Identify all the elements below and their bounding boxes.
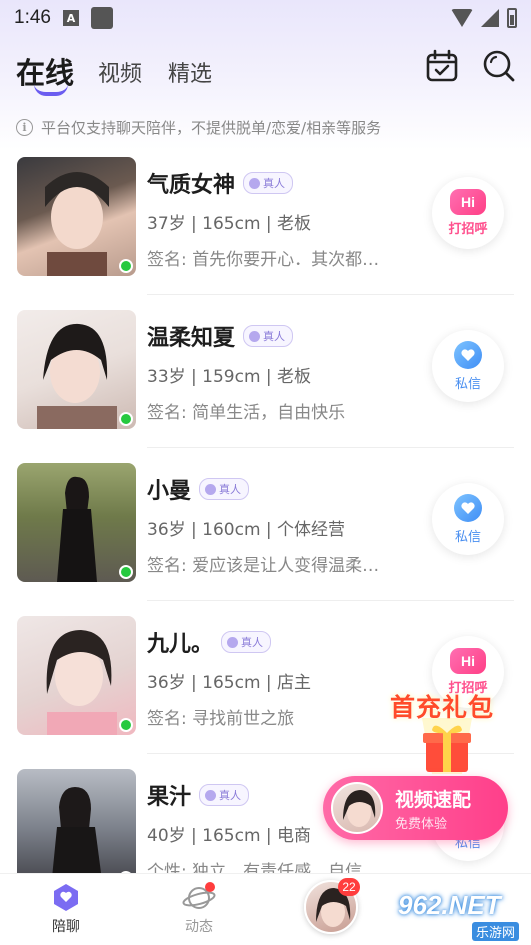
verified-badge: 真人 <box>199 784 250 806</box>
chat-heart-icon <box>454 493 482 522</box>
planet-icon <box>182 882 216 909</box>
status-bar: 1:46 A <box>0 0 531 36</box>
verified-badge: 真人 <box>199 478 250 500</box>
verified-badge: 真人 <box>243 325 294 347</box>
user-name: 九儿。 <box>147 632 214 657</box>
divider <box>147 447 514 448</box>
tab-featured[interactable]: 精选 <box>168 56 212 88</box>
badge-label: 真人 <box>241 636 264 649</box>
notification-square-icon <box>90 7 113 29</box>
avatar-photo <box>51 787 103 888</box>
avatar-photo <box>45 172 109 276</box>
site-watermark: 962.NET <box>398 890 501 920</box>
notice-text: 平台仅支持聊天陪伴，不提供脱单/恋爱/相亲等服务 <box>41 119 382 137</box>
avatar-photo <box>46 630 117 735</box>
verified-badge: 真人 <box>221 631 272 653</box>
calendar-check-icon[interactable] <box>424 48 460 84</box>
badge-label: 真人 <box>263 177 286 190</box>
online-indicator <box>119 718 133 732</box>
name-line: 九儿。 真人 <box>147 626 272 658</box>
message-label: 私信 <box>454 376 481 392</box>
divider <box>147 294 514 295</box>
greet-button[interactable]: Hi 打招呼 <box>432 177 504 249</box>
user-meta: 37岁 | 165cm | 老板 <box>147 214 312 234</box>
online-indicator <box>119 259 133 273</box>
online-indicator <box>119 412 133 426</box>
status-time: 1:46 <box>14 7 51 28</box>
nav-label: 动态 <box>185 919 213 935</box>
nav-item-moments[interactable]: 动态 <box>159 882 239 936</box>
verified-icon <box>205 483 217 495</box>
avatar[interactable] <box>17 463 136 582</box>
user-meta: 36岁 | 160cm | 个体经营 <box>147 520 346 540</box>
tab-active-indicator <box>34 84 68 96</box>
nav-item-chat[interactable]: 陪聊 <box>26 882 106 936</box>
name-line: 果汁 真人 <box>147 779 250 811</box>
user-meta: 40岁 | 165cm | 电商 <box>147 826 312 846</box>
avatar[interactable] <box>17 769 136 888</box>
online-indicator <box>119 565 133 579</box>
user-signature: 签名: 爱应该是让人变得温柔… <box>147 556 380 576</box>
top-tabs: 在线 视频 精选 <box>0 44 531 104</box>
name-line: 气质女神 真人 <box>147 167 294 199</box>
tab-video[interactable]: 视频 <box>98 56 142 88</box>
verified-badge: 真人 <box>243 172 294 194</box>
hi-icon: Hi <box>450 648 486 674</box>
list-item[interactable]: 温柔知夏 真人 33岁 | 159cm | 老板 签名: 简单生活，自由快乐 私… <box>0 310 531 463</box>
message-button[interactable]: 私信 <box>432 330 504 402</box>
verified-icon <box>227 636 239 648</box>
unread-count-badge: 22 <box>338 878 360 896</box>
service-notice: i 平台仅支持聊天陪伴，不提供脱单/恋爱/相亲等服务 <box>16 117 381 138</box>
user-name: 小曼 <box>147 479 192 504</box>
user-name: 温柔知夏 <box>147 326 236 351</box>
avatar[interactable] <box>17 616 136 735</box>
verified-icon <box>249 330 261 342</box>
hi-icon: Hi <box>450 189 486 215</box>
site-watermark-sub: 乐游网 <box>472 922 520 941</box>
list-item[interactable]: 气质女神 真人 37岁 | 165cm | 老板 签名: 首先你要开心．其次都…… <box>0 157 531 310</box>
badge-label: 真人 <box>263 330 286 343</box>
user-name: 气质女神 <box>147 173 236 198</box>
verified-icon <box>249 177 261 189</box>
message-button[interactable]: 私信 <box>432 483 504 555</box>
badge-label: 真人 <box>219 789 242 802</box>
info-icon: i <box>16 119 33 136</box>
nav-label: 陪聊 <box>52 919 80 935</box>
avatar-photo <box>37 323 117 429</box>
keyboard-a-icon: A <box>62 10 79 26</box>
user-meta: 36岁 | 165cm | 店主 <box>147 673 312 693</box>
match-avatar <box>331 782 383 834</box>
greet-label: 打招呼 <box>448 222 488 237</box>
video-match-title: 视频速配 <box>395 789 472 811</box>
name-line: 温柔知夏 真人 <box>147 320 294 352</box>
divider <box>147 600 514 601</box>
verified-icon <box>205 789 217 801</box>
user-signature: 签名: 首先你要开心．其次都… <box>147 250 380 270</box>
user-name: 果汁 <box>147 785 192 810</box>
gift-box-icon[interactable] <box>418 718 476 774</box>
avatar[interactable] <box>17 157 136 276</box>
badge-label: 真人 <box>219 483 242 496</box>
name-line: 小曼 真人 <box>147 473 250 505</box>
chat-heart-icon <box>454 340 482 369</box>
user-meta: 33岁 | 159cm | 老板 <box>147 367 312 387</box>
avatar[interactable] <box>17 310 136 429</box>
battery-icon <box>507 8 517 28</box>
avatar-photo <box>57 476 97 582</box>
signal-icon <box>481 9 499 27</box>
user-signature: 签名: 简单生活，自由快乐 <box>147 403 346 423</box>
video-match-subtitle: 免费体验 <box>395 817 448 832</box>
status-icons <box>451 8 517 28</box>
wifi-icon <box>451 9 473 27</box>
chat-heart-nav-icon <box>54 884 78 911</box>
search-icon[interactable] <box>481 48 517 84</box>
video-match-button[interactable]: 视频速配 免费体验 <box>323 776 508 840</box>
list-item[interactable]: 小曼 真人 36岁 | 160cm | 个体经营 签名: 爱应该是让人变得温柔…… <box>0 463 531 616</box>
user-signature: 签名: 寻找前世之旅 <box>147 709 295 729</box>
message-label: 私信 <box>454 529 481 545</box>
